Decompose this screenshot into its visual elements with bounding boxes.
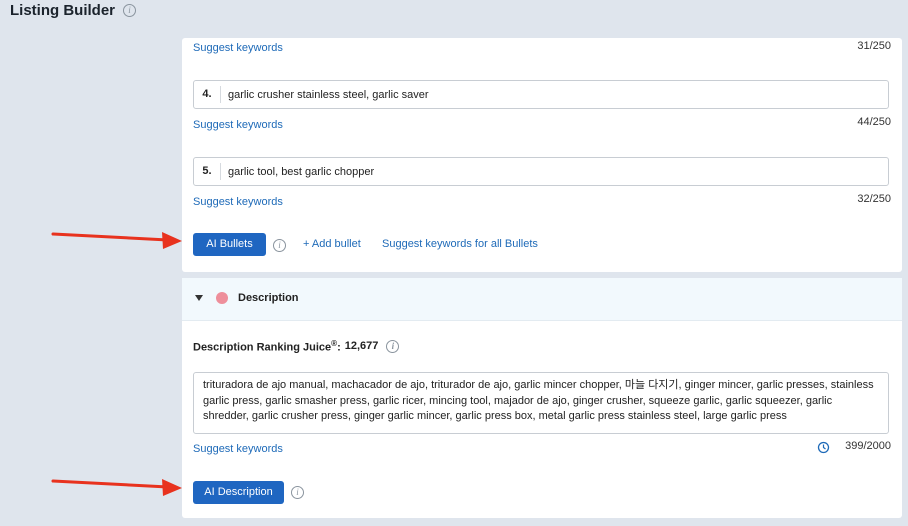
description-section-header[interactable]: Description: [182, 278, 902, 321]
char-count-5: 32/250: [857, 193, 891, 205]
page-header: Listing Builder i: [10, 2, 136, 19]
suggest-all-bullets-link[interactable]: Suggest keywords for all Bullets: [382, 238, 538, 250]
bullet-value[interactable]: garlic tool, best garlic chopper: [221, 166, 374, 178]
char-count-description: 399/2000: [845, 440, 891, 452]
juice-label: Description Ranking Juice®:: [193, 339, 341, 354]
info-icon[interactable]: i: [291, 486, 304, 499]
description-card: Description Description Ranking Juice®: …: [182, 278, 902, 518]
red-arrow-annotation: [51, 479, 182, 496]
description-textarea[interactable]: trituradora de ajo manual, machacador de…: [193, 372, 889, 434]
suggest-keywords-link-4[interactable]: Suggest keywords: [193, 119, 283, 131]
status-dot: [216, 292, 228, 304]
caret-down-icon[interactable]: [195, 295, 203, 301]
bullet-value[interactable]: garlic crusher stainless steel, garlic s…: [221, 89, 429, 101]
info-icon[interactable]: i: [273, 239, 286, 252]
ai-bullets-button[interactable]: AI Bullets: [193, 233, 266, 256]
red-arrow-annotation: [51, 232, 182, 249]
section-title: Description: [238, 292, 299, 304]
info-icon[interactable]: i: [386, 339, 400, 353]
page-title: Listing Builder: [10, 2, 115, 19]
suggest-keywords-link-5[interactable]: Suggest keywords: [193, 196, 283, 208]
char-count-4: 44/250: [857, 116, 891, 128]
ai-description-button[interactable]: AI Description: [193, 481, 284, 504]
history-icon[interactable]: [817, 441, 830, 454]
bullet-number: 4.: [194, 86, 221, 103]
ranking-juice: Description Ranking Juice®: 12,677 i: [193, 339, 400, 354]
bullets-card: Suggest keywords 31/250 4. garlic crushe…: [182, 38, 902, 272]
suggest-keywords-link-3[interactable]: Suggest keywords: [193, 42, 283, 54]
bullet-field-4[interactable]: 4. garlic crusher stainless steel, garli…: [193, 80, 889, 109]
suggest-keywords-link-description[interactable]: Suggest keywords: [193, 443, 283, 455]
juice-value: 12,677: [344, 340, 379, 353]
add-bullet-link[interactable]: + Add bullet: [303, 238, 361, 250]
bullet-field-5[interactable]: 5. garlic tool, best garlic chopper: [193, 157, 889, 186]
bullet-number: 5.: [194, 163, 221, 180]
char-count-3: 31/250: [857, 40, 891, 52]
info-icon[interactable]: i: [123, 4, 136, 17]
